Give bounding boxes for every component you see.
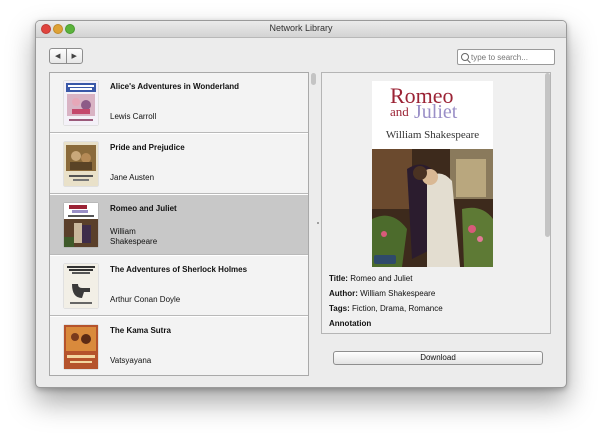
- book-cover-alice: [64, 81, 98, 125]
- book-list-item[interactable]: The Kama Sutra Vatsyayana: [50, 317, 308, 375]
- book-tags-field: Tags: Fiction, Drama, Romance: [329, 304, 443, 314]
- cover-author: William Shakespeare: [385, 129, 480, 141]
- forward-arrow-icon: ▶: [71, 53, 77, 60]
- book-title: The Kama Sutra: [110, 326, 171, 335]
- app-window: Network Library ◀ ▶ Alice': [35, 20, 567, 388]
- cover-title-line3: Juliet: [414, 101, 458, 123]
- title-value: Romeo and Juliet: [350, 274, 413, 283]
- book-title: The Adventures of Sherlock Holmes: [110, 265, 248, 274]
- title-label: Title:: [329, 274, 348, 283]
- book-cover-romeo-and-juliet: [64, 203, 98, 247]
- back-arrow-icon: ◀: [55, 53, 61, 60]
- book-author: Vatsyayana: [110, 356, 152, 365]
- window-title: Network Library: [269, 23, 333, 33]
- author-label: Author:: [329, 289, 358, 298]
- book-author: Jane Austen: [110, 173, 155, 182]
- book-annotation-heading: Annotation: [329, 319, 371, 329]
- book-author: Arthur Conan Doyle: [110, 295, 181, 304]
- author-value: William Shakespeare: [360, 289, 436, 298]
- book-title: Alice's Adventures in Wonderland: [110, 82, 240, 91]
- book-author-field: Author: William Shakespeare: [329, 289, 435, 299]
- search-icon: [461, 53, 469, 61]
- book-list-item-selected[interactable]: Romeo and Juliet William Shakespeare: [50, 195, 308, 255]
- back-button[interactable]: ◀: [50, 49, 66, 63]
- book-cover-sherlock-holmes: [64, 264, 98, 308]
- book-title-field: Title: Romeo and Juliet: [329, 274, 412, 284]
- detail-scroll-thumb[interactable]: [545, 73, 550, 237]
- search-field[interactable]: [457, 49, 555, 65]
- book-list: Alice's Adventures in Wonderland Lewis C…: [49, 72, 309, 376]
- book-author: William Shakespeare: [110, 227, 158, 246]
- book-detail-panel: Romeo and Juliet William Shakespeare Tit…: [321, 72, 551, 334]
- tags-value: Fiction, Drama, Romance: [351, 304, 443, 313]
- download-button[interactable]: Download: [333, 351, 543, 365]
- book-title: Romeo and Juliet: [110, 204, 177, 213]
- book-list-scroll-thumb[interactable]: [311, 73, 316, 85]
- book-list-item[interactable]: The Adventures of Sherlock Holmes Arthur…: [50, 256, 308, 316]
- book-list-item[interactable]: Pride and Prejudice Jane Austen: [50, 134, 308, 194]
- book-cover-pride-and-prejudice: [64, 142, 98, 186]
- title-bar: Network Library: [36, 21, 566, 38]
- cover-title-line2: and: [390, 104, 409, 119]
- cover-painting-image: [372, 149, 493, 267]
- selected-book-cover: Romeo and Juliet William Shakespeare: [372, 81, 493, 267]
- forward-button[interactable]: ▶: [65, 49, 83, 63]
- book-title: Pride and Prejudice: [110, 143, 185, 152]
- annotation-label: Annotation: [329, 319, 372, 328]
- book-list-item[interactable]: Alice's Adventures in Wonderland Lewis C…: [50, 73, 308, 133]
- split-view-divider-handle[interactable]: [317, 222, 319, 224]
- book-cover-kama-sutra: [64, 325, 98, 369]
- search-input[interactable]: [471, 52, 553, 62]
- navigation-controls: ◀ ▶: [49, 48, 83, 64]
- tags-label: Tags:: [329, 304, 350, 313]
- book-author: Lewis Carroll: [110, 112, 157, 121]
